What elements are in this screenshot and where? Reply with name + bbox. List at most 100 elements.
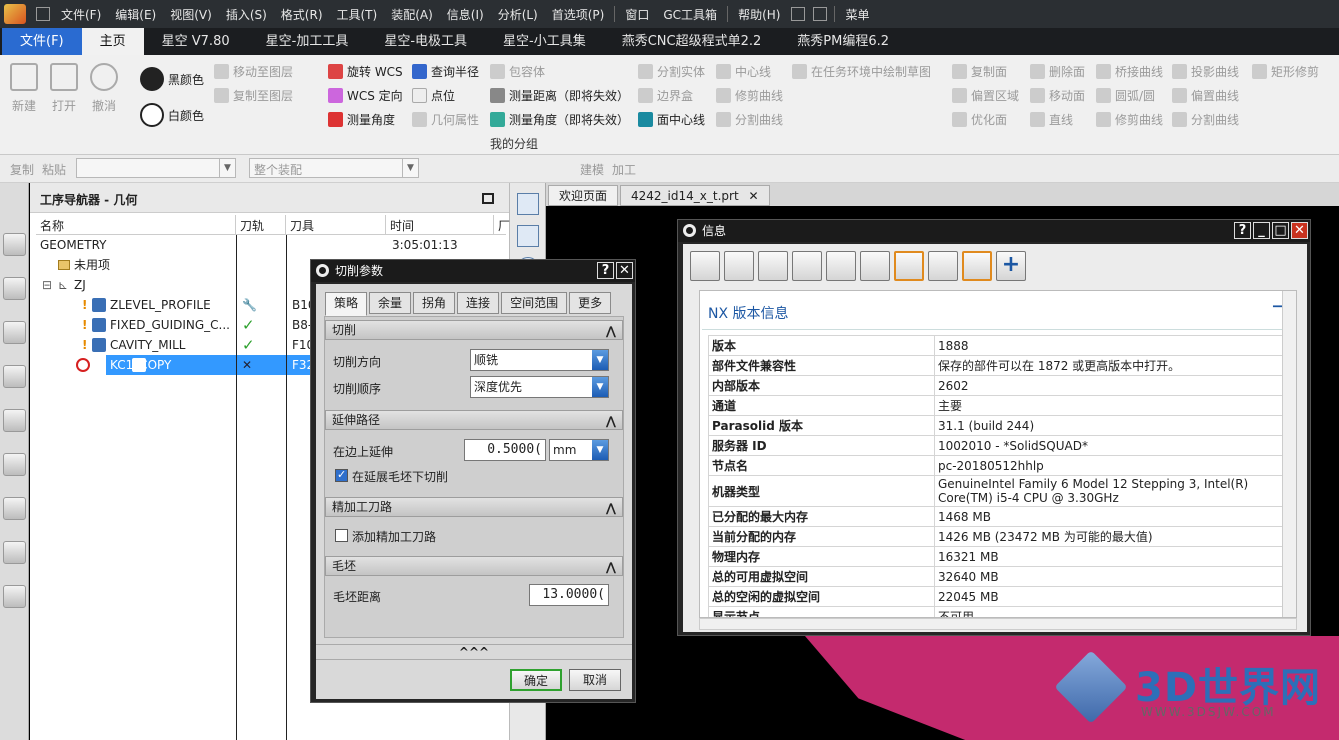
filter-combo[interactable]: ▼ (76, 158, 236, 178)
optimize-face-button[interactable]: 优化面 (952, 111, 1007, 128)
cut-order-select[interactable]: 深度优先 ▼ (470, 376, 609, 398)
delete-face-button[interactable]: 删除面 (1030, 63, 1085, 80)
cancel-button[interactable]: 取消 (569, 669, 621, 691)
measure-angle-button[interactable]: 测量角度 (328, 111, 395, 128)
copy-icon[interactable] (792, 251, 822, 281)
open-button[interactable]: 打开 (48, 63, 80, 114)
blank-distance-input[interactable]: 13.0000( (529, 584, 609, 606)
centerline-button[interactable]: 中心线 (716, 63, 771, 80)
bounding-box-button[interactable]: 边界盒 (638, 87, 693, 104)
menu-gc-toolbox[interactable]: GC工具箱 (656, 6, 724, 23)
history-icon[interactable] (3, 585, 26, 608)
part-navigator-icon[interactable] (3, 321, 26, 344)
face-centerline-button[interactable]: 面中心线 (638, 111, 705, 128)
section-blank[interactable]: 毛坯 ⋀ (325, 556, 623, 576)
col-name[interactable]: 名称 (36, 215, 236, 234)
menu-help[interactable]: 帮助(H) (731, 6, 787, 23)
measure-angle-old-button[interactable]: 测量角度（即将失效） (490, 111, 629, 128)
tab-yanxiu-cnc[interactable]: 燕秀CNC超级程式单2.2 (604, 28, 780, 55)
menu-edit[interactable]: 编辑(E) (108, 6, 163, 23)
menu-analysis[interactable]: 分析(L) (491, 6, 545, 23)
menu-tools[interactable]: 工具(T) (330, 6, 385, 23)
assembly-scope-combo[interactable]: 整个装配 ▼ (249, 158, 419, 178)
save-icon[interactable] (690, 251, 720, 281)
maximize-icon[interactable] (482, 193, 494, 204)
water-icon[interactable] (517, 225, 539, 247)
white-color-button[interactable]: 白颜色 (140, 103, 204, 127)
menu-insert[interactable]: 插入(S) (219, 6, 274, 23)
trim-curve-button[interactable]: 修剪曲线 (716, 87, 783, 104)
bridge-curve-button[interactable]: 桥接曲线 (1096, 63, 1163, 80)
paste-label[interactable]: 粘贴 (42, 161, 66, 178)
new-button[interactable]: 新建 (8, 63, 40, 114)
move-to-layer-button[interactable]: 移动至图层 (214, 63, 293, 80)
menu-view[interactable]: 视图(V) (163, 6, 219, 23)
layout-icon[interactable] (517, 193, 539, 215)
machine-navigator-icon[interactable] (3, 409, 26, 432)
tab-welcome[interactable]: 欢迎页面 (548, 185, 619, 206)
tab-home[interactable]: 主页 (81, 28, 144, 55)
settings-gear-icon[interactable] (3, 189, 26, 212)
copy-to-layer-button[interactable]: 复制至图层 (214, 87, 293, 104)
paste-icon[interactable] (826, 251, 856, 281)
menu-info[interactable]: 信息(I) (440, 6, 491, 23)
tab-containment[interactable]: 空间范围 (501, 292, 568, 314)
minimize-button[interactable]: _ (1253, 222, 1270, 239)
cut-icon[interactable] (758, 251, 788, 281)
menu-main[interactable]: 菜单 (838, 6, 876, 23)
tab-strategy[interactable]: 策略 (325, 292, 368, 316)
reuse-library-icon[interactable] (3, 497, 26, 520)
collapse-icon[interactable]: ⊟ (42, 275, 52, 295)
close-button[interactable]: ✕ (1291, 222, 1308, 239)
help-button[interactable]: ? (1234, 222, 1251, 239)
assembly-navigator-icon[interactable] (3, 233, 26, 256)
tab-corners[interactable]: 拐角 (413, 292, 456, 314)
tab-stock[interactable]: 余量 (369, 292, 412, 314)
print-icon[interactable] (724, 251, 754, 281)
copy-icon[interactable] (791, 7, 806, 21)
web-browser-icon[interactable] (3, 541, 26, 564)
wrap-text-icon[interactable] (962, 251, 992, 281)
point-button[interactable]: 点位 (412, 87, 455, 104)
move-face-button[interactable]: 移动面 (1030, 87, 1085, 104)
tab-xingkong-electrode[interactable]: 星空-电极工具 (366, 28, 485, 55)
expand-toggle[interactable]: ^^^ (316, 644, 632, 660)
tab-xingkong-machining[interactable]: 星空-加工工具 (248, 28, 367, 55)
offset-curve-button[interactable]: 偏置曲线 (1172, 87, 1239, 104)
menu-file[interactable]: 文件(F) (54, 6, 108, 23)
constraint-navigator-icon[interactable] (3, 277, 26, 300)
col-toolpath[interactable]: 刀轨 (236, 215, 286, 234)
section-finish[interactable]: 精加工刀路 ⋀ (325, 497, 623, 517)
rotate-wcs-button[interactable]: 旋转 WCS (328, 63, 403, 80)
query-radius-button[interactable]: 查询半径 (412, 63, 479, 80)
machining-label[interactable]: 加工 (612, 161, 636, 178)
finish-pass-checkbox[interactable] (335, 529, 348, 542)
save-icon[interactable] (36, 7, 50, 21)
help-button[interactable]: ? (597, 262, 614, 279)
close-icon[interactable]: ✕ (748, 189, 758, 203)
tab-yanxiu-pm[interactable]: 燕秀PM编程6.2 (779, 28, 907, 55)
feature-navigator-icon[interactable] (3, 453, 26, 476)
measure-distance-button[interactable]: 测量距离（即将失效） (490, 87, 629, 104)
copy-label[interactable]: 复制 (10, 161, 34, 178)
operation-navigator-icon[interactable] (3, 365, 26, 388)
cut-direction-select[interactable]: 顺铣 ▼ (470, 349, 609, 371)
copy-face-button[interactable]: 复制面 (952, 63, 1007, 80)
modeling-label[interactable]: 建模 (580, 161, 604, 178)
tab-connections[interactable]: 连接 (457, 292, 500, 314)
section-extend[interactable]: 延伸路径 ⋀ (325, 410, 623, 430)
rect-trim-button[interactable]: 矩形修剪 (1252, 63, 1319, 80)
col-more[interactable]: 厂 (494, 215, 510, 234)
tab-file[interactable]: 文件(F) (2, 28, 82, 55)
tab-xingkong-tools[interactable]: 星空-小工具集 (485, 28, 604, 55)
paste-icon[interactable] (813, 7, 828, 21)
tab-part-file[interactable]: 4242_id14_x_t.prt ✕ (620, 185, 770, 206)
arc-circle-button[interactable]: 圆弧/圆 (1096, 87, 1155, 104)
offset-region-button[interactable]: 偏置区域 (952, 87, 1019, 104)
section-cut[interactable]: 切削 ⋀ (325, 320, 623, 340)
trim-curve2-button[interactable]: 修剪曲线 (1096, 111, 1163, 128)
wcs-orient-button[interactable]: WCS 定向 (328, 87, 403, 104)
col-time[interactable]: 时间 (386, 215, 494, 234)
bounding-body-button[interactable]: 包容体 (490, 63, 545, 80)
delete-icon[interactable] (860, 251, 890, 281)
